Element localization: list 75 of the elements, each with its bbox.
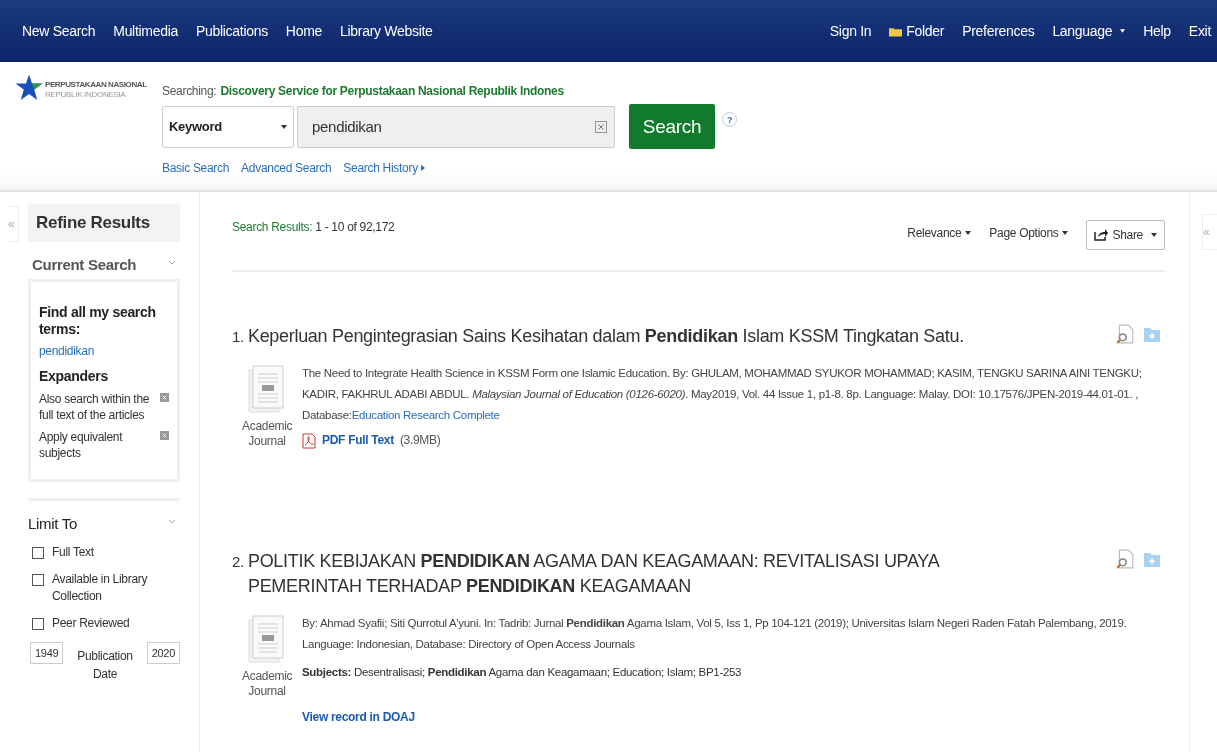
nav-link[interactable]: Publications bbox=[195, 23, 268, 39]
nav-link[interactable]: Home bbox=[285, 23, 322, 39]
nav-link[interactable]: Language bbox=[1052, 23, 1126, 39]
checkbox-label[interactable]: Full Text bbox=[52, 544, 94, 561]
section-heading[interactable]: Limit To bbox=[28, 515, 77, 532]
document-type: Academic Journal bbox=[242, 669, 292, 699]
share-button[interactable]: Share bbox=[1086, 220, 1165, 250]
share-icon bbox=[1094, 229, 1109, 241]
full-text-link[interactable]: View record in DOAJ bbox=[302, 707, 415, 728]
nav-link[interactable]: Help bbox=[1143, 23, 1171, 39]
nav-link[interactable]: New Search bbox=[22, 23, 96, 39]
logo-text: PERPUSTAKAAN NASIONAL bbox=[45, 80, 147, 90]
logo-subtext: REPUBLIK INDONESIA bbox=[45, 90, 127, 100]
caret-icon bbox=[1062, 231, 1069, 235]
caret-icon bbox=[965, 231, 972, 235]
chevron-icon[interactable] bbox=[168, 260, 176, 265]
nav-link[interactable]: Exit bbox=[1188, 23, 1211, 39]
database-name: Discovery Service for Perpustakaan Nasional Republik Indones bbox=[220, 84, 564, 98]
result-number: 1. bbox=[232, 327, 244, 347]
result-title-link[interactable]: Keperluan Pengintegrasian Sains Kesihatan dalam Pendidikan Islam KSSM Tingkatan Satu. bbox=[247, 324, 964, 349]
nav-link[interactable]: Sign In bbox=[829, 23, 872, 39]
result-title-link[interactable]: POLITIK KEBIJAKAN PENDIDIKAN AGAMA DAN KEAGAMAAN: REVITALISASI UPAYA PEMERINTAH TERHADAP PENDIDIKAN KEAGAMAAN bbox=[247, 549, 1032, 599]
result-number: 2. bbox=[232, 552, 244, 572]
searching-label: Searching: bbox=[162, 84, 217, 98]
results-count: 1 - 10 of 92,172 bbox=[315, 220, 395, 236]
nav-link[interactable]: Multimedia bbox=[113, 23, 178, 39]
expander-label: Apply equivalent subjects bbox=[39, 429, 124, 461]
folder-icon bbox=[889, 25, 903, 37]
checkbox-label[interactable]: Peer Reviewed bbox=[52, 615, 130, 632]
checkbox-label[interactable]: Available in Library Collection bbox=[52, 571, 180, 605]
sort-menu[interactable]: Relevance bbox=[907, 226, 972, 240]
preview-icon[interactable] bbox=[1116, 549, 1134, 569]
journal-icon bbox=[247, 363, 287, 415]
journal-icon bbox=[247, 613, 287, 665]
year-field[interactable]: 2020 bbox=[146, 642, 180, 664]
document-type: Academic Journal bbox=[242, 419, 292, 449]
pdf-icon bbox=[302, 432, 316, 449]
subjects-label: Subjects: bbox=[302, 666, 352, 678]
search-term-link[interactable]: pendidikan bbox=[39, 344, 169, 358]
nav-link[interactable]: Folder bbox=[906, 23, 945, 39]
chevron-icon[interactable] bbox=[168, 519, 176, 524]
expander-label: Also search within the full text of the articles bbox=[39, 391, 151, 423]
date-label: Publication Date bbox=[76, 648, 134, 683]
search-field[interactable]: pendidikan bbox=[297, 105, 615, 148]
nav-link[interactable]: Preferences bbox=[962, 23, 1035, 39]
remove-icon[interactable] bbox=[160, 393, 169, 402]
caret-icon bbox=[1120, 29, 1126, 33]
refine-results-heading: Refine Results bbox=[28, 204, 180, 242]
preview-icon[interactable] bbox=[1116, 324, 1134, 344]
caret-icon bbox=[281, 124, 287, 129]
result-details: The Need to Integrate Health Science in KSSM Form one Islamic Education. By: GHULAM, MOHAMMAD SYUKOR MOHAMMAD; KASIM, TENGKU SARINA AINI TENGKU; KADIR, FAKHRUL ADABI ABDUL. Malaysian Journal of Education (0126-6020). May2019, Vol. 44 Issue 1, p1-8. 8p. Language: Malay. DOI: 10.17576/JPEN-2019-44.01-01. , Database:Education Research Complete bbox=[302, 366, 1143, 423]
search-button[interactable]: Search bbox=[629, 104, 715, 149]
checkbox[interactable] bbox=[32, 574, 44, 586]
file-size: (3.9MB) bbox=[399, 432, 441, 449]
result-details: By: Ahmad Syafii; Siti Qurrotul A'yuni. In: Tadrib: Jurnal Pendidikan Agama Islam, Vol 5, Iss 1, Pp 104-121 (2019); Universitas Islam Negeri Raden Fatah Palembang, 2019. Language: Indonesian, Database: Directory of Open Access Journals bbox=[302, 616, 1128, 652]
results-label: Search Results: bbox=[232, 220, 313, 236]
checkbox[interactable] bbox=[32, 618, 44, 630]
caret-icon bbox=[1151, 233, 1157, 237]
nav-link[interactable]: Library Website bbox=[340, 23, 433, 39]
page-options-menu[interactable]: Page Options bbox=[989, 226, 1069, 240]
field-select[interactable]: Keyword bbox=[162, 105, 294, 148]
subjects-text: Desentralisasi; Pendidikan Agama dan Keagamaan; Education; Islam; BP1-253 bbox=[353, 666, 742, 678]
search-link[interactable]: Search History bbox=[343, 161, 425, 175]
search-link[interactable]: Advanced Search bbox=[241, 161, 332, 175]
database-link[interactable]: Education Research Complete bbox=[351, 409, 500, 421]
checkbox[interactable] bbox=[32, 547, 44, 559]
full-text-link[interactable]: PDF Full Text bbox=[322, 430, 394, 451]
remove-icon[interactable] bbox=[160, 431, 169, 440]
section-heading[interactable]: Current Search bbox=[32, 256, 137, 273]
terms-label: Find all my search terms: bbox=[39, 304, 157, 338]
expanders-label: Expanders bbox=[39, 368, 109, 385]
clear-icon[interactable] bbox=[595, 120, 607, 133]
caret-icon bbox=[420, 165, 425, 171]
year-field[interactable]: 1949 bbox=[30, 642, 64, 664]
search-link[interactable]: Basic Search bbox=[162, 161, 230, 175]
